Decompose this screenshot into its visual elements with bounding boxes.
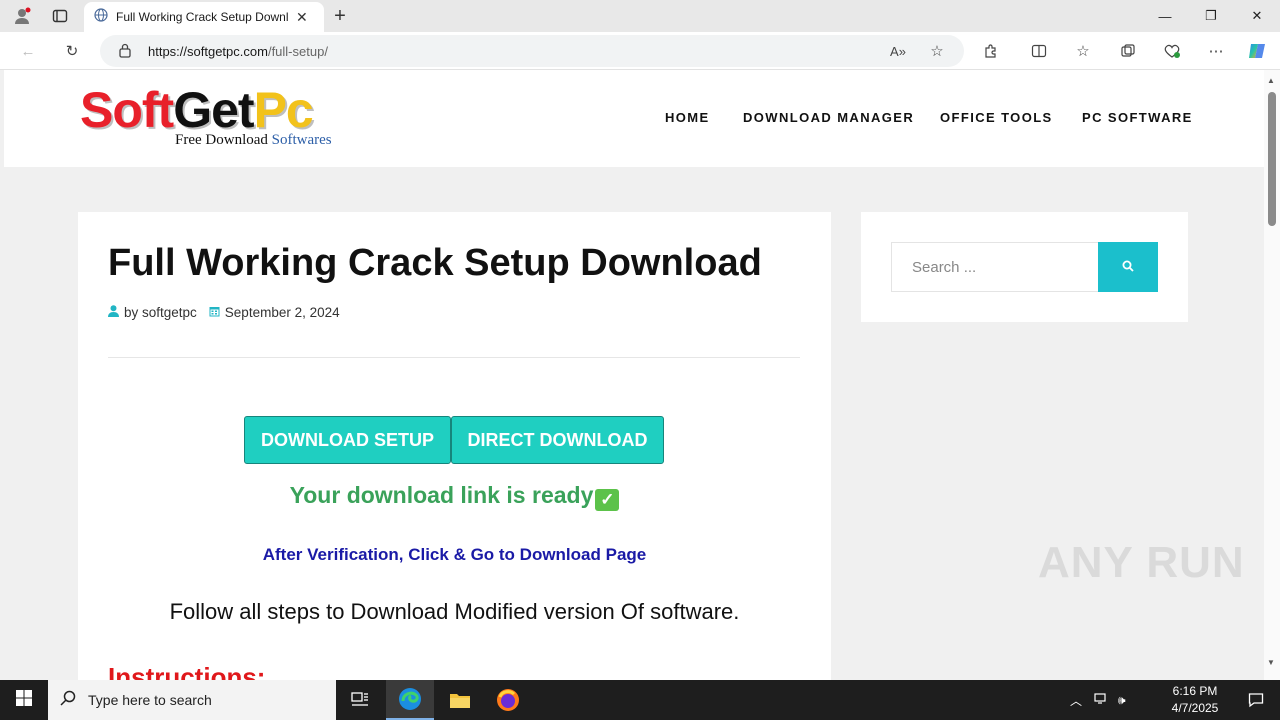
more-icon[interactable]: ⋯: [1206, 41, 1226, 61]
active-tab[interactable]: Full Working Crack Setup Download ✕: [84, 2, 324, 32]
page-scrollbar[interactable]: ▲ ▼: [1264, 70, 1280, 680]
favorites-icon[interactable]: ☆: [1073, 41, 1093, 61]
start-button[interactable]: [0, 680, 48, 720]
split-screen-icon[interactable]: [1029, 41, 1049, 61]
nav-pc-software[interactable]: PC SOFTWARE: [1082, 110, 1193, 125]
tab-actions-icon[interactable]: [50, 6, 70, 26]
url-domain: https://softgetpc.com: [148, 43, 268, 59]
extensions-icon[interactable]: [981, 41, 1001, 61]
browser-titlebar: Full Working Crack Setup Download ✕ + — …: [0, 0, 1280, 32]
file-explorer-icon[interactable]: [436, 680, 484, 720]
search-icon: [1122, 259, 1134, 275]
chevron-up-icon[interactable]: ︿: [1070, 692, 1082, 709]
url-field[interactable]: https://softgetpc.com/full-setup/: [100, 35, 964, 67]
site-logo[interactable]: SoftGetPc Free Download Softwares: [80, 82, 332, 149]
back-icon[interactable]: ←: [18, 41, 38, 61]
logo-text: SoftGetPc: [80, 82, 314, 138]
performance-icon[interactable]: [1162, 41, 1182, 61]
favorite-icon[interactable]: ☆: [927, 41, 947, 61]
sidebar-search-widget: Search ...: [861, 212, 1188, 322]
url-path: /full-setup/: [267, 43, 328, 59]
article-date[interactable]: September 2, 2024: [225, 305, 340, 320]
user-icon: [108, 305, 119, 320]
nav-office-tools[interactable]: OFFICE TOOLS: [940, 110, 1053, 125]
clock-date: 4/7/2025: [1171, 701, 1219, 715]
nav-home[interactable]: HOME: [665, 110, 710, 125]
copilot-icon[interactable]: [1247, 41, 1267, 61]
follow-steps-text: Follow all steps to Download Modified ve…: [169, 599, 740, 624]
edge-icon[interactable]: [386, 680, 434, 720]
globe-icon: [94, 7, 108, 27]
notifications-icon[interactable]: [1232, 680, 1280, 720]
page-viewport: SoftGetPc Free Download Softwares HOME D…: [0, 70, 1264, 680]
task-view-icon[interactable]: [336, 680, 384, 720]
close-window-button[interactable]: ✕: [1234, 0, 1280, 32]
taskbar: Type here to search ︿ 🕪 6:16 PM 4/7/2025: [0, 680, 1280, 720]
tab-title: Full Working Crack Setup Download: [116, 10, 288, 24]
article-author[interactable]: by softgetpc: [124, 305, 197, 320]
new-tab-icon[interactable]: +: [330, 5, 350, 27]
scroll-up-icon[interactable]: ▲: [1267, 76, 1275, 85]
read-aloud-icon[interactable]: A»: [888, 41, 908, 61]
taskbar-search[interactable]: Type here to search: [48, 680, 336, 720]
download-setup-button[interactable]: DOWNLOAD SETUP: [244, 416, 451, 464]
lock-icon[interactable]: [118, 43, 132, 61]
verification-link[interactable]: After Verification, Click & Go to Downlo…: [78, 545, 831, 565]
address-bar: ← ↻ https://softgetpc.com/full-setup/ A»…: [0, 32, 1280, 70]
taskbar-clock[interactable]: 6:16 PM 4/7/2025: [1160, 683, 1230, 717]
restore-button[interactable]: ❐: [1188, 0, 1234, 32]
refresh-icon[interactable]: ↻: [62, 41, 82, 61]
search-button[interactable]: [1098, 242, 1158, 292]
nav-download-manager[interactable]: DOWNLOAD MANAGER: [743, 110, 914, 125]
calendar-icon: [209, 305, 220, 320]
search-icon: [60, 690, 76, 711]
profile-icon[interactable]: [12, 6, 32, 26]
firefox-icon[interactable]: [484, 680, 532, 720]
logo-tagline: Free Download Softwares: [175, 132, 332, 148]
close-icon[interactable]: ✕: [296, 9, 308, 26]
meta-divider: [108, 357, 800, 358]
scrollbar-thumb[interactable]: [1268, 92, 1276, 226]
windows-icon: [16, 689, 32, 711]
network-icon[interactable]: [1094, 692, 1108, 708]
download-ready-text: Your download link is ready ✓: [78, 482, 831, 511]
direct-download-button[interactable]: DIRECT DOWNLOAD: [451, 416, 664, 464]
article-meta: by softgetpc September 2, 2024: [108, 305, 340, 320]
clock-time: 6:16 PM: [1172, 684, 1218, 698]
volume-icon[interactable]: 🕪: [1118, 693, 1126, 708]
scroll-down-icon[interactable]: ▼: [1267, 658, 1275, 667]
system-tray: ︿ 🕪: [1070, 680, 1136, 720]
instructions-heading: Instructions:: [108, 662, 266, 680]
search-input[interactable]: Search ...: [891, 242, 1099, 292]
article: Full Working Crack Setup Download by sof…: [78, 212, 831, 680]
article-title: Full Working Crack Setup Download: [108, 242, 762, 284]
anyrun-watermark: ANY RUN: [1038, 538, 1245, 587]
collections-icon[interactable]: [1118, 41, 1138, 61]
taskbar-search-placeholder: Type here to search: [88, 692, 212, 708]
checkmark-icon: ✓: [595, 489, 620, 511]
site-header: SoftGetPc Free Download Softwares HOME D…: [4, 70, 1264, 167]
minimize-button[interactable]: —: [1142, 0, 1188, 32]
